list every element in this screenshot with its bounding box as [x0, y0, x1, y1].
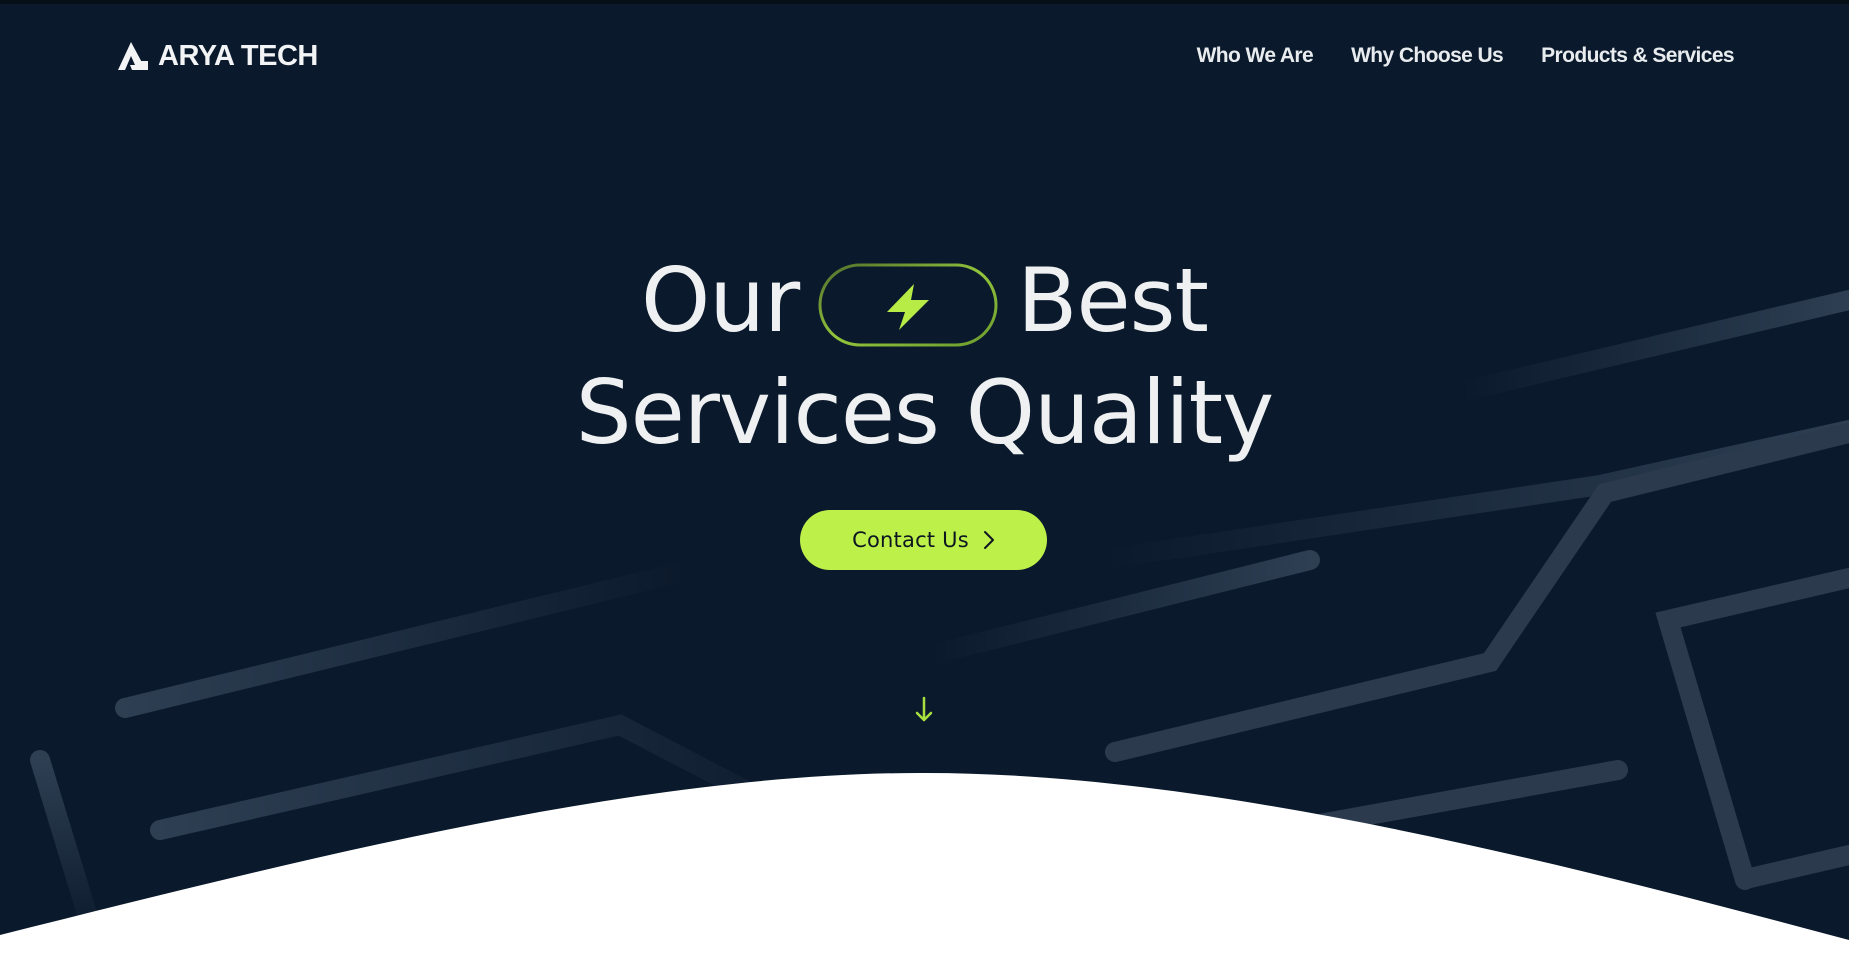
hero-title-line-2: Services Quality [0, 357, 1849, 469]
bg-line [920, 550, 1320, 665]
contact-us-button[interactable]: Contact Us [800, 510, 1047, 570]
brand-logo[interactable]: ARYA TECH [116, 38, 318, 74]
hero-subline: Services Quality [575, 361, 1274, 464]
bg-line [115, 560, 700, 718]
arya-a-logo-icon [118, 42, 148, 70]
lightning-bolt-icon [818, 263, 998, 347]
bg-line [30, 750, 105, 950]
chevron-right-icon [983, 531, 994, 549]
bg-line [1740, 845, 1849, 888]
navbar: ARYA TECH Who We Are Why Choose Us Produ… [0, 0, 1849, 115]
page: ARYA TECH Who We Are Why Choose Us Produ… [0, 0, 1849, 953]
bg-line [1110, 760, 1628, 870]
bg-line [150, 714, 870, 860]
contact-us-label: Contact Us [852, 528, 969, 552]
bg-line [1655, 568, 1849, 890]
bg-line [1105, 423, 1849, 762]
hero-title-line-1: Our Best [0, 245, 1849, 357]
brand-name: ARYA TECH [158, 39, 318, 72]
background-lines [30, 290, 1849, 950]
main-nav: Who We Are Why Choose Us Products & Serv… [1197, 44, 1735, 68]
hero-word-best: Best [1017, 249, 1209, 352]
nav-products-services[interactable]: Products & Services [1541, 44, 1734, 68]
hero-title: Our Best Services Quality [0, 245, 1849, 469]
nav-who-we-are[interactable]: Who We Are [1197, 44, 1314, 68]
arrow-down-icon[interactable] [914, 696, 934, 724]
nav-why-choose-us[interactable]: Why Choose Us [1351, 44, 1504, 68]
hero-word-our: Our [640, 249, 800, 352]
